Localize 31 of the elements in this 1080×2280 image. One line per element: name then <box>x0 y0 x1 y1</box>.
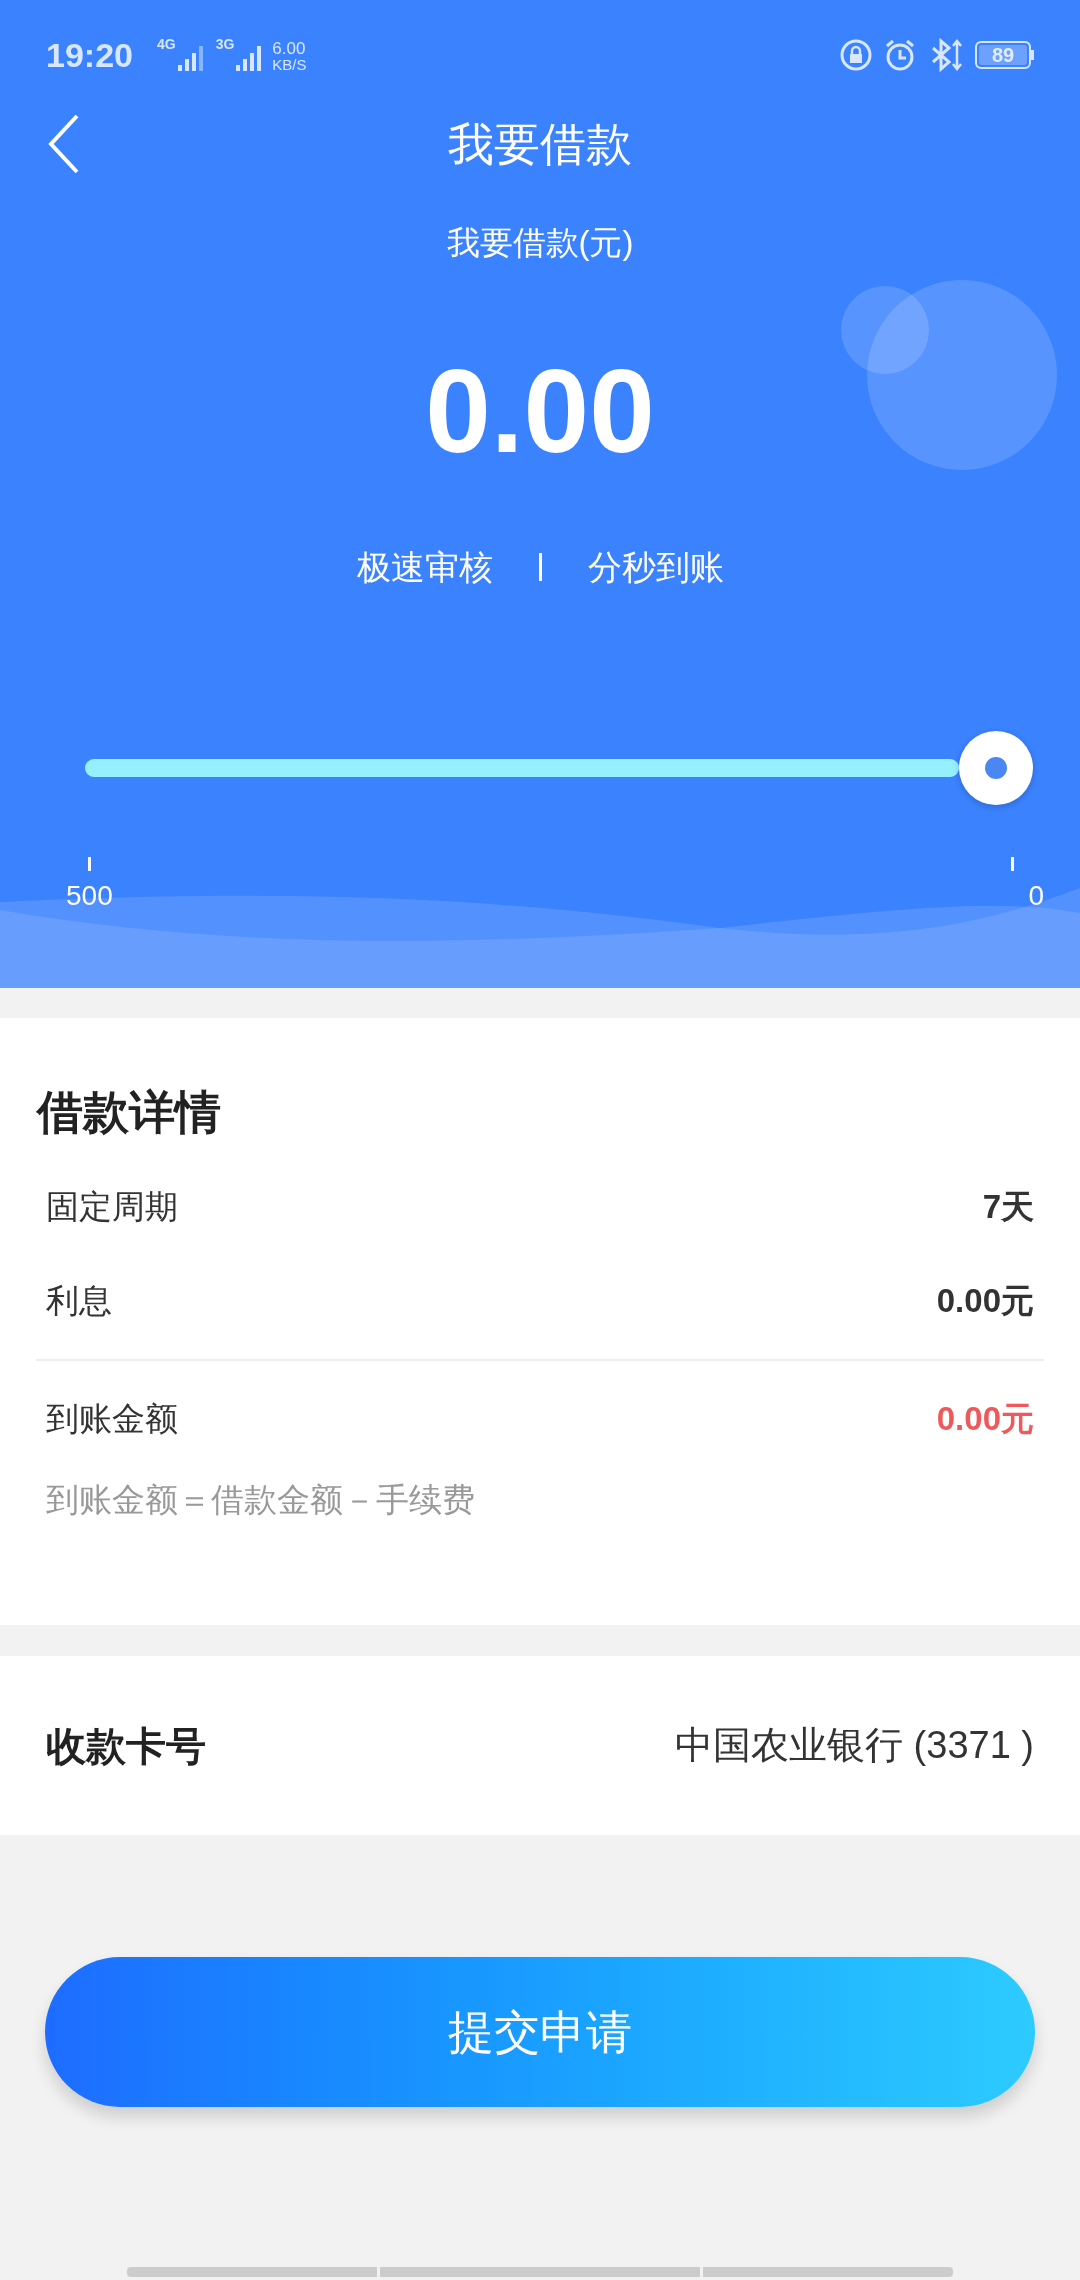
loan-amount: 0.00 <box>425 343 655 479</box>
feature-text: 极速审核 <box>356 546 493 588</box>
speed-unit: KB/S <box>272 57 307 73</box>
detail-value: 7天 <box>982 1187 1034 1228</box>
nav-bar-segment[interactable] <box>380 2267 700 2277</box>
network-type: 4G <box>156 35 176 54</box>
alarm-icon <box>883 38 917 72</box>
feature-text: 分秒到账 <box>587 546 724 588</box>
slider-min-label: 500 <box>66 878 113 913</box>
network-type: 3G <box>215 35 235 54</box>
signal-icon <box>175 43 206 73</box>
amount-caption: 我要借款(元) <box>446 223 634 263</box>
slider-thumb[interactable] <box>959 730 1033 805</box>
card-value: 中国农业银行 (3371 ) <box>675 1723 1034 1768</box>
status-time: 19:20 <box>46 34 133 76</box>
detail-label: 利息 <box>46 1281 112 1322</box>
detail-value: 0.00元 <box>936 1399 1034 1440</box>
bank-card-row[interactable]: 收款卡号 中国农业银行 (3371 ) <box>0 1656 1080 1835</box>
formula-note: 到账金额＝借款金额－手续费 <box>46 1481 475 1518</box>
battery-level: 89 <box>991 45 1015 65</box>
network-speed: 6.00 <box>272 41 307 57</box>
rotation-lock-icon <box>839 38 873 72</box>
card-label: 收款卡号 <box>46 1722 206 1770</box>
section-title: 借款详情 <box>37 1086 221 1138</box>
slider-max-label: 0 <box>1028 878 1044 913</box>
detail-label: 到账金额 <box>46 1399 178 1440</box>
nav-bar-segment[interactable] <box>127 2267 377 2277</box>
page-title: 我要借款 <box>448 116 632 172</box>
detail-label: 固定周期 <box>46 1187 178 1228</box>
nav-bar-segment[interactable] <box>703 2267 953 2277</box>
detail-value: 0.00元 <box>936 1281 1034 1322</box>
